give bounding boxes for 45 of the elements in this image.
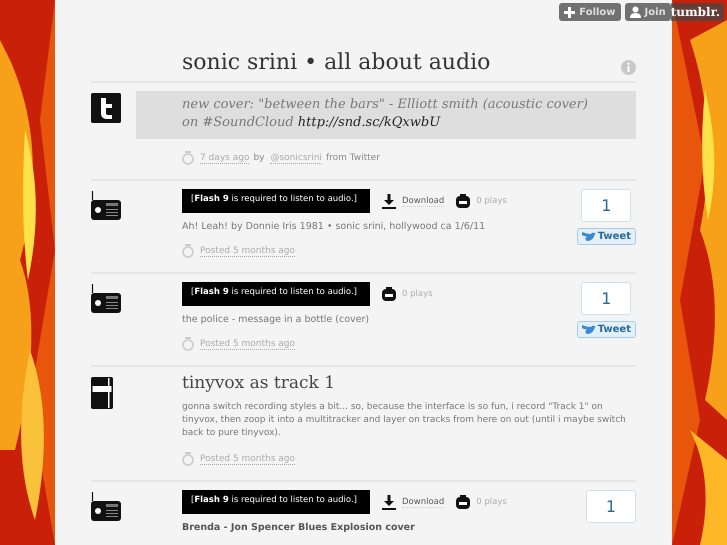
stopwatch-icon: [182, 151, 194, 165]
tweet-count: 1: [581, 189, 632, 222]
post-body: gonna switch recording styles a bit... so, because the interface is so fun, i record "Track 1" on tinyvox, then zoop it into a multitracker and layer on tracks from here on out (until i maybe switch back to pure tinyvox).: [182, 401, 627, 440]
audio-player[interactable]: [Flash 9 is required to listen to audio.]: [182, 282, 370, 306]
t-logo-icon: [91, 93, 121, 123]
tumblr-logo[interactable]: tumblr.: [670, 3, 724, 21]
download-link[interactable]: Download: [402, 196, 444, 206]
radio-icon: [91, 191, 121, 221]
bird-icon: [582, 232, 596, 242]
tweet-button[interactable]: Tweet: [576, 228, 636, 245]
radio-icon: [91, 492, 121, 522]
join-button[interactable]: Join: [624, 3, 671, 21]
play-count: 0 plays: [402, 289, 433, 299]
plus-icon: [564, 6, 576, 18]
notebook-icon: [91, 377, 113, 409]
stopwatch-icon: [182, 244, 194, 258]
play-count: 0 plays: [476, 497, 507, 507]
tweet-button[interactable]: Tweet: [576, 321, 636, 338]
tweet-quote: new cover: "between the bars" - Elliott smith (acoustic cover) on #SoundCloud http://snd.sc/kQxwbU: [136, 91, 636, 139]
audio-caption: the police - message in a bottle (cover): [182, 314, 370, 325]
tweet-count: 1: [581, 282, 632, 315]
radio-icon: [91, 284, 121, 314]
meta-text: from Twitter: [326, 153, 380, 163]
audio-caption: Brenda - Jon Spencer Blues Explosion cover: [182, 522, 416, 533]
boombox-icon: [456, 495, 470, 509]
info-icon[interactable]: [621, 60, 636, 75]
bird-icon: [582, 324, 596, 334]
tweet-link[interactable]: http://snd.sc/kQxwbU: [298, 115, 440, 130]
download-link[interactable]: Download: [402, 496, 444, 508]
boombox-icon: [382, 287, 396, 301]
blog-title: sonic srini • all about audio: [182, 50, 490, 75]
follow-button[interactable]: Follow: [559, 3, 621, 21]
audio-player[interactable]: [Flash 9 is required to listen to audio.]: [182, 189, 370, 213]
download-icon: [382, 194, 396, 208]
tweet-count: 1: [586, 490, 636, 523]
audio-player[interactable]: [Flash 9 is required to listen to audio.]: [182, 490, 370, 514]
stopwatch-icon: [182, 337, 194, 351]
boombox-icon: [456, 194, 470, 208]
play-count: 0 plays: [476, 196, 507, 206]
download-icon: [382, 494, 396, 510]
meta-text: by: [253, 153, 264, 163]
person-icon: [630, 6, 641, 18]
stopwatch-icon: [182, 452, 194, 466]
post-title: tinyvox as track 1: [182, 373, 336, 393]
audio-caption: Ah! Leah! by Donnie Iris 1981 • sonic srini, hollywood ca 1/6/11: [182, 221, 486, 232]
